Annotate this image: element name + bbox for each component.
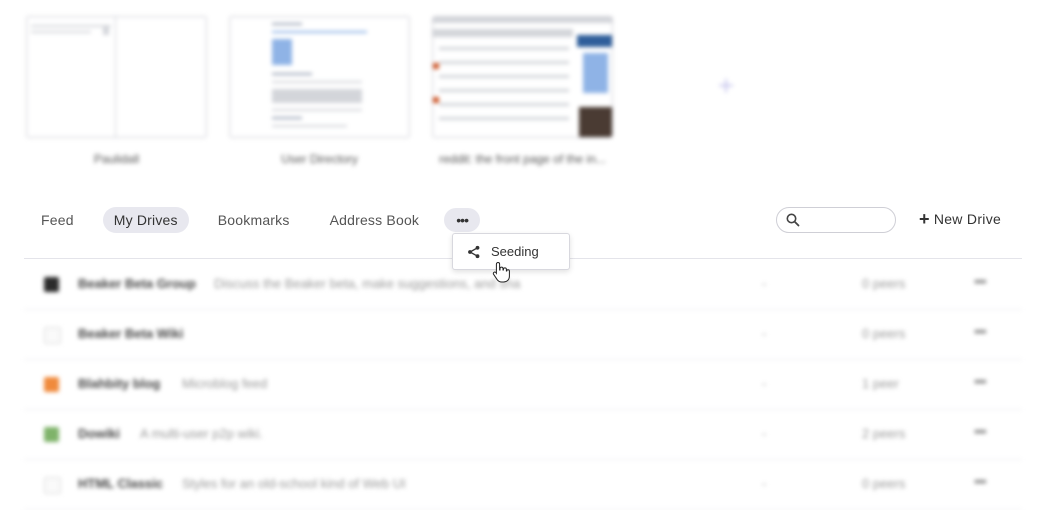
drives-nav: Feed My Drives Bookmarks Address Book ••…	[30, 207, 481, 233]
add-thumbnail-button[interactable]: +	[712, 72, 740, 100]
thumbnail-preview	[229, 16, 410, 138]
drive-peers: 0 peers	[862, 326, 906, 341]
drive-peers: 0 peers	[862, 476, 906, 491]
search-icon	[786, 213, 800, 227]
table-row[interactable]: Beaker Beta Wiki - 0 peers •••	[24, 309, 1022, 360]
more-tabs-button[interactable]: •••	[444, 208, 481, 232]
row-menu-button[interactable]: •••	[974, 323, 987, 339]
drive-description: Styles for an old-school kind of Web UI	[182, 476, 406, 491]
table-row[interactable]: Blahbity blog Microblog feed - 1 peer ••…	[24, 359, 1022, 410]
drive-size: -	[762, 476, 767, 491]
drive-title: Beaker Beta Wiki	[78, 326, 184, 341]
drive-peers: 1 peer	[862, 376, 899, 391]
search-input[interactable]	[776, 207, 896, 233]
recent-thumbnails: Paulidall User Directory reddit: the fro…	[26, 16, 613, 166]
tab-feed[interactable]: Feed	[30, 207, 85, 233]
tab-my-drives[interactable]: My Drives	[102, 207, 189, 233]
drive-description: Discuss the Beaker beta, make suggestion…	[214, 276, 521, 291]
thumbnail-preview	[26, 16, 207, 138]
drive-icon	[44, 277, 59, 292]
drive-icon	[44, 427, 59, 442]
thumbnail-label: reddit: the front page of the in...	[439, 152, 606, 166]
row-menu-button[interactable]: •••	[974, 423, 987, 439]
thumbnail-label: User Directory	[281, 152, 358, 166]
drive-title: Beaker Beta Group	[78, 276, 196, 291]
drive-icon	[44, 327, 61, 344]
drive-description: A multi-user p2p wiki.	[140, 426, 263, 441]
drive-peers: 2 peers	[862, 426, 906, 441]
more-tabs-dropdown: Seeding	[452, 233, 570, 270]
table-row[interactable]: Dowiki A multi-user p2p wiki. - 2 peers …	[24, 409, 1022, 460]
share-icon	[468, 245, 480, 258]
drive-size: -	[762, 276, 767, 291]
thumbnail-card[interactable]: Paulidall	[26, 16, 207, 166]
tab-address-book[interactable]: Address Book	[319, 207, 431, 233]
row-menu-button[interactable]: •••	[974, 273, 987, 289]
drive-title: HTML Classic	[78, 476, 164, 491]
drive-title: Dowiki	[78, 426, 120, 441]
drive-peers: 0 peers	[862, 276, 906, 291]
table-row[interactable]: HTML Classic Styles for an old-school ki…	[24, 459, 1022, 510]
new-drive-button[interactable]: + New Drive	[919, 209, 1002, 229]
drive-icon	[44, 377, 59, 392]
menu-item-label: Seeding	[491, 244, 539, 259]
plus-icon: +	[717, 70, 735, 101]
drive-size: -	[762, 426, 767, 441]
tab-bookmarks[interactable]: Bookmarks	[207, 207, 301, 233]
new-drive-label: New Drive	[933, 211, 1002, 227]
drive-icon	[44, 477, 61, 494]
thumbnail-card[interactable]: reddit: the front page of the in...	[432, 16, 613, 166]
drive-size: -	[762, 326, 767, 341]
menu-item-seeding[interactable]: Seeding	[453, 234, 569, 269]
row-menu-button[interactable]: •••	[974, 373, 987, 389]
drive-size: -	[762, 376, 767, 391]
thumbnail-preview	[432, 16, 613, 138]
row-menu-button[interactable]: •••	[974, 473, 987, 489]
drive-description: Microblog feed	[182, 376, 268, 391]
drive-title: Blahbity blog	[78, 376, 161, 391]
plus-icon: +	[919, 209, 930, 229]
thumbnail-card[interactable]: User Directory	[229, 16, 410, 166]
hand-cursor-icon	[492, 261, 510, 283]
thumbnail-label: Paulidall	[93, 152, 140, 166]
